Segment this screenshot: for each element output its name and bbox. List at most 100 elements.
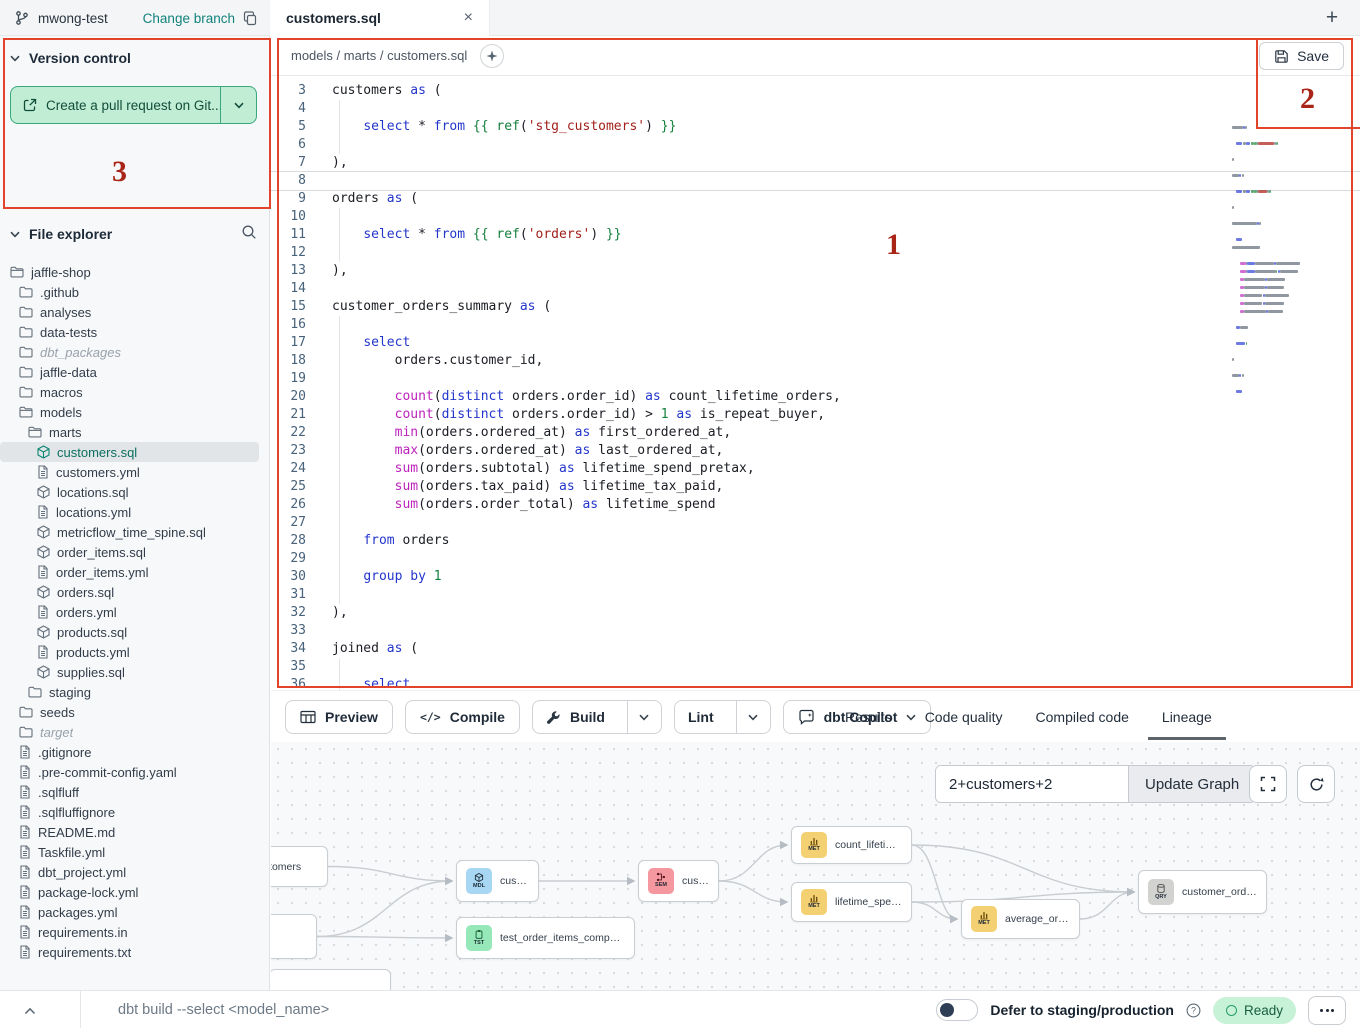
file-tree-item-dbt_packages[interactable]: dbt_packages bbox=[0, 342, 269, 362]
file-tree-item-jaffle-shop[interactable]: jaffle-shop bbox=[0, 262, 269, 282]
file-tree-item-.pre-commit-config.yaml[interactable]: .pre-commit-config.yaml bbox=[0, 762, 269, 782]
refresh-button[interactable] bbox=[1297, 765, 1335, 803]
code-line-33[interactable]: 33 bbox=[271, 622, 1360, 640]
file-tree-item-macros[interactable]: macros bbox=[0, 382, 269, 402]
copilot-breadcrumb-icon[interactable] bbox=[479, 43, 505, 69]
lineage-node-count_lifetime_orders[interactable]: METcount_lifetime_orders bbox=[791, 826, 912, 864]
file-tree-item-metricflow_time_spine.sql[interactable]: metricflow_time_spine.sql bbox=[0, 522, 269, 542]
code-line-20[interactable]: 20 count(distinct orders.order_id) as co… bbox=[271, 388, 1360, 406]
file-tree-item-seeds[interactable]: seeds bbox=[0, 702, 269, 722]
file-tree-item-Taskfile.yml[interactable]: Taskfile.yml bbox=[0, 842, 269, 862]
copy-icon[interactable] bbox=[243, 11, 258, 26]
compile-button[interactable]: </> Compile bbox=[405, 700, 520, 734]
close-icon[interactable]: × bbox=[464, 10, 473, 26]
code-line-36[interactable]: 36 select bbox=[271, 676, 1360, 690]
code-line-17[interactable]: 17 select bbox=[271, 334, 1360, 352]
file-tree-item-analyses[interactable]: analyses bbox=[0, 302, 269, 322]
file-explorer-header[interactable]: File explorer bbox=[10, 226, 112, 242]
file-tree-item-dbt_project.yml[interactable]: dbt_project.yml bbox=[0, 862, 269, 882]
file-tree-item-jaffle-data[interactable]: jaffle-data bbox=[0, 362, 269, 382]
code-line-7[interactable]: 7), bbox=[271, 154, 1360, 172]
file-tree-item-locations.yml[interactable]: locations.yml bbox=[0, 502, 269, 522]
file-tree-item-target[interactable]: target bbox=[0, 722, 269, 742]
lineage-canvas[interactable]: stg_customersordersMDLcustomersSEMcustom… bbox=[271, 742, 1360, 990]
tab-results[interactable]: Results bbox=[845, 691, 892, 743]
file-tree-item-README.md[interactable]: README.md bbox=[0, 822, 269, 842]
file-tree-item-order_items.sql[interactable]: order_items.sql bbox=[0, 542, 269, 562]
file-tree-item-.gitignore[interactable]: .gitignore bbox=[0, 742, 269, 762]
tab-lineage[interactable]: Lineage bbox=[1162, 691, 1212, 743]
code-line-21[interactable]: 21 count(distinct orders.order_id) > 1 a… bbox=[271, 406, 1360, 424]
file-tree-item-data-tests[interactable]: data-tests bbox=[0, 322, 269, 342]
create-pull-request-button[interactable]: Create a pull request on Git... bbox=[10, 86, 257, 124]
lineage-node-lifetime_spend_pretax[interactable]: METlifetime_spend_pretax bbox=[791, 882, 912, 922]
code-line-25[interactable]: 25 sum(orders.tax_paid) as lifetime_tax_… bbox=[271, 478, 1360, 496]
file-tree-item-marts[interactable]: marts bbox=[0, 422, 269, 442]
code-line-12[interactable]: 12 bbox=[271, 244, 1360, 262]
code-line-24[interactable]: 24 sum(orders.subtotal) as lifetime_spen… bbox=[271, 460, 1360, 478]
file-tree-item-package-lock.yml[interactable]: package-lock.yml bbox=[0, 882, 269, 902]
code-line-13[interactable]: 13), bbox=[271, 262, 1360, 280]
file-tree-item-supplies.sql[interactable]: supplies.sql bbox=[0, 662, 269, 682]
build-button[interactable]: Build bbox=[533, 701, 618, 733]
version-control-header[interactable]: Version control bbox=[10, 50, 131, 66]
tab-customers-sql[interactable]: customers.sql × bbox=[270, 0, 490, 36]
code-line-19[interactable]: 19 bbox=[271, 370, 1360, 388]
code-line-31[interactable]: 31 bbox=[271, 586, 1360, 604]
code-line-18[interactable]: 18 orders.customer_id, bbox=[271, 352, 1360, 370]
code-line-15[interactable]: 15customer_orders_summary as ( bbox=[271, 298, 1360, 316]
lineage-node-average_order_value[interactable]: METaverage_order_value bbox=[961, 899, 1080, 939]
minimap[interactable] bbox=[1232, 118, 1314, 678]
tab-compiled-code[interactable]: Compiled code bbox=[1036, 691, 1129, 743]
file-tree-item-requirements.in[interactable]: requirements.in bbox=[0, 922, 269, 942]
file-tree-item-products.yml[interactable]: products.yml bbox=[0, 642, 269, 662]
chevron-up-icon[interactable] bbox=[24, 1002, 36, 1020]
update-graph-button[interactable]: Update Graph bbox=[1128, 766, 1255, 802]
file-tree-item-.github[interactable]: .github bbox=[0, 282, 269, 302]
code-line-28[interactable]: 28 from orders bbox=[271, 532, 1360, 550]
code-line-23[interactable]: 23 max(orders.ordered_at) as last_ordere… bbox=[271, 442, 1360, 460]
file-tree-item-customers.sql[interactable]: customers.sql bbox=[0, 442, 259, 462]
file-tree-item-requirements.txt[interactable]: requirements.txt bbox=[0, 942, 269, 962]
save-button[interactable]: Save bbox=[1259, 42, 1344, 70]
file-tree-item-orders.yml[interactable]: orders.yml bbox=[0, 602, 269, 622]
command-input[interactable] bbox=[118, 997, 678, 1023]
help-icon[interactable]: ? bbox=[1186, 1003, 1201, 1018]
search-icon[interactable] bbox=[241, 224, 257, 245]
file-tree-item-.sqlfluffignore[interactable]: .sqlfluffignore bbox=[0, 802, 269, 822]
code-line-29[interactable]: 29 bbox=[271, 550, 1360, 568]
fullscreen-button[interactable] bbox=[1249, 765, 1287, 803]
lineage-node-customer_order_metrics[interactable]: QRYcustomer_order_metrics bbox=[1138, 870, 1267, 914]
code-line-8[interactable]: 8 bbox=[271, 172, 1360, 190]
code-line-5[interactable]: 5 select * from {{ ref('stg_customers') … bbox=[271, 118, 1360, 136]
lineage-node-orders[interactable]: orders bbox=[271, 914, 317, 959]
file-tree-item-models[interactable]: models bbox=[0, 402, 269, 422]
code-line-11[interactable]: 11 select * from {{ ref('orders') }} bbox=[271, 226, 1360, 244]
code-line-10[interactable]: 10 bbox=[271, 208, 1360, 226]
code-line-6[interactable]: 6 bbox=[271, 136, 1360, 154]
file-tree-item-locations.sql[interactable]: locations.sql bbox=[0, 482, 269, 502]
file-tree-item-orders.sql[interactable]: orders.sql bbox=[0, 582, 269, 602]
file-tree-item-products.sql[interactable]: products.sql bbox=[0, 622, 269, 642]
more-options-button[interactable] bbox=[1308, 996, 1346, 1025]
lineage-selector-input[interactable] bbox=[936, 766, 1128, 802]
code-line-22[interactable]: 22 min(orders.ordered_at) as first_order… bbox=[271, 424, 1360, 442]
code-line-14[interactable]: 14 bbox=[271, 280, 1360, 298]
preview-button[interactable]: Preview bbox=[285, 700, 393, 734]
file-tree-item-staging[interactable]: staging bbox=[0, 682, 269, 702]
code-line-34[interactable]: 34joined as ( bbox=[271, 640, 1360, 658]
code-line-4[interactable]: 4 bbox=[271, 100, 1360, 118]
code-line-32[interactable]: 32), bbox=[271, 604, 1360, 622]
defer-toggle[interactable] bbox=[936, 999, 978, 1021]
lint-button[interactable]: Lint bbox=[675, 701, 727, 733]
lineage-node-partial_node[interactable] bbox=[271, 969, 391, 990]
code-line-35[interactable]: 35 bbox=[271, 658, 1360, 676]
lineage-node-stg_customers[interactable]: stg_customers bbox=[271, 846, 328, 887]
file-tree-item-.sqlfluff[interactable]: .sqlfluff bbox=[0, 782, 269, 802]
code-line-3[interactable]: 3customers as ( bbox=[271, 82, 1360, 100]
file-tree-item-customers.yml[interactable]: customers.yml bbox=[0, 462, 269, 482]
code-line-30[interactable]: 30 group by 1 bbox=[271, 568, 1360, 586]
lint-dropdown-button[interactable] bbox=[736, 701, 770, 733]
file-tree-item-packages.yml[interactable]: packages.yml bbox=[0, 902, 269, 922]
new-tab-button[interactable]: + bbox=[1318, 4, 1346, 32]
